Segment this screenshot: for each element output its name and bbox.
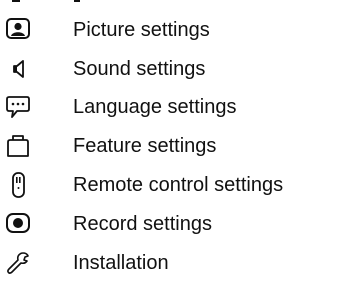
menu-item-label: Record settings (73, 213, 212, 235)
menu-item-label: Feature settings (73, 135, 217, 157)
menu-item-remote-control-settings[interactable]: Remote control settings (0, 168, 337, 206)
menu-item-sound-settings[interactable]: Sound settings (0, 52, 337, 90)
remote-control-icon (4, 171, 32, 199)
menu-item-label: Picture settings (73, 19, 210, 41)
record-icon (4, 210, 32, 238)
menu-item-feature-settings[interactable]: Feature settings (0, 129, 337, 167)
menu-item-label: Remote control settings (73, 174, 284, 196)
menu-item-label: Language settings (73, 96, 237, 118)
menu-item-language-settings[interactable]: Language settings (0, 90, 337, 128)
speaker-icon (4, 55, 32, 83)
menu-item-installation[interactable]: Installation (0, 246, 337, 284)
menu-item-picture-settings[interactable]: Picture settings (0, 13, 337, 51)
menu-item-label: Sound settings (73, 58, 206, 80)
speech-bubble-icon (4, 93, 32, 121)
wrench-icon (4, 249, 32, 277)
picture-icon (4, 16, 32, 44)
feature-box-icon (4, 132, 32, 160)
menu-item-label: Installation (73, 252, 169, 274)
menu-item-record-settings[interactable]: Record settings (0, 207, 337, 245)
settings-menu: Picture settings Sound settings Language… (0, 0, 337, 296)
